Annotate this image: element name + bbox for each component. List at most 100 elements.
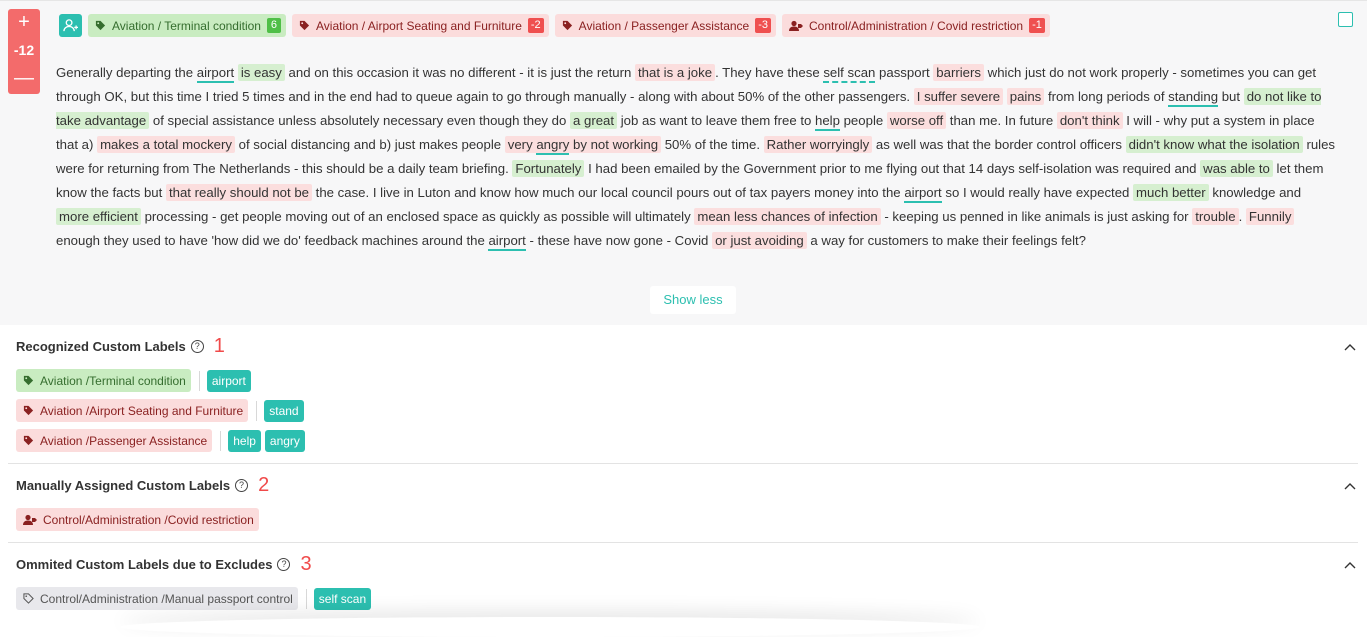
tag-outline-icon — [23, 593, 34, 604]
label-row: Aviation /Terminal condition airport — [16, 369, 255, 392]
review-tag-airport-seating[interactable]: Aviation / Airport Seating and Furniture… — [291, 14, 549, 37]
positive-phrase: was able to — [1200, 160, 1273, 177]
sentiment-score: -12 — [13, 42, 35, 58]
custom-label-tag[interactable]: Aviation /Terminal condition — [16, 369, 191, 392]
text-segment: of social distancing and b) just makes p… — [234, 137, 505, 152]
recognized-labels-header: Recognized Custom Labels ? 1 — [16, 335, 225, 358]
review-tag-count: -2 — [527, 18, 544, 33]
review-tag-terminal-condition[interactable]: Aviation / Terminal condition 6 — [88, 14, 286, 37]
keyword-chip[interactable]: self scan — [313, 587, 372, 610]
chevron-up-icon[interactable] — [1342, 339, 1358, 355]
chevron-up-icon[interactable] — [1342, 478, 1358, 494]
negative-phrase: Rather worryingly — [763, 136, 873, 153]
review-tag-covid-restriction[interactable]: Control/Administration / Covid restricti… — [782, 14, 1050, 37]
text-segment: than me. In future — [946, 113, 1057, 128]
negative-phrase: pains — [1006, 88, 1045, 105]
select-review-checkbox[interactable] — [1338, 12, 1353, 27]
negative-phrase: barriers — [933, 64, 984, 81]
text-segment: - these have now gone - Covid — [525, 233, 713, 248]
text-segment: as well was that the border control offi… — [872, 137, 1126, 152]
text-segment: I had been emailed by the Government pri… — [584, 161, 1201, 176]
text-segment: passport — [875, 65, 934, 80]
keyword-help: help — [815, 113, 840, 131]
review-tag-count: -3 — [755, 18, 771, 33]
review-tag-label: Aviation / Passenger Assistance — [578, 18, 750, 33]
negative-phrase: don't think — [1056, 112, 1123, 129]
text-segment: the case. I live in Luton and know how m… — [312, 185, 905, 200]
text-segment: of special assistance unless absolutely … — [149, 113, 570, 128]
negative-phrase: or just avoiding — [712, 232, 807, 249]
help-icon[interactable]: ? — [235, 479, 249, 492]
negative-phrase: that is a joke — [635, 64, 716, 81]
text-segment: . — [1238, 209, 1246, 224]
tag-icon — [95, 20, 106, 31]
keyword-standing: standing — [1168, 89, 1219, 107]
decrease-score-button[interactable]: — — [8, 65, 40, 91]
review-tag-passenger-assistance[interactable]: Aviation / Passenger Assistance -3 — [554, 14, 776, 37]
omitted-labels-header: Ommited Custom Labels due to Excludes ? … — [16, 553, 312, 576]
keyword-chip[interactable]: help — [228, 429, 261, 452]
text-segment: by not working — [569, 137, 659, 152]
positive-phrase: didn't know what the isolation — [1125, 136, 1303, 153]
keyword-self-scan: self scan — [823, 65, 876, 83]
custom-label-text: Aviation /Airport Seating and Furniture — [40, 403, 244, 418]
negative-phrase: that really should not be — [165, 184, 312, 201]
separator — [220, 430, 222, 451]
user-tag-icon — [789, 20, 803, 32]
custom-label-text: Aviation /Passenger Assistance — [40, 433, 208, 448]
increase-score-button[interactable]: + — [8, 9, 40, 35]
keyword-chip[interactable]: angry — [264, 429, 305, 452]
keyword-chip[interactable]: airport — [206, 369, 251, 392]
sentiment-score-box: + -12 — — [8, 9, 40, 94]
text-segment: and on this occasion it was no different… — [284, 65, 636, 80]
help-icon[interactable]: ? — [190, 340, 204, 353]
keyword-airport: airport — [488, 233, 526, 251]
text-segment: Generally departing the — [56, 65, 197, 80]
negative-phrase: I suffer severe — [913, 88, 1004, 105]
omitted-labels-section: Ommited Custom Labels due to Excludes ? … — [8, 543, 1358, 627]
text-segment: from long periods of — [1044, 89, 1169, 104]
custom-label-text: Control/Administration /Manual passport … — [40, 591, 293, 606]
custom-label-tag[interactable]: Aviation /Airport Seating and Furniture — [16, 399, 249, 422]
custom-label-text: Aviation /Terminal condition — [40, 373, 186, 388]
label-row: Control/Administration /Manual passport … — [16, 587, 375, 610]
review-tag-count: 6 — [266, 18, 281, 33]
tag-icon — [23, 375, 34, 386]
text-segment: job as want to leave them free to — [617, 113, 815, 128]
negative-phrase: Funnily — [1245, 208, 1295, 225]
text-segment: so I would really have expected — [941, 185, 1134, 200]
negative-phrase: mean less chances of infection — [694, 208, 881, 225]
assign-label-button[interactable] — [59, 14, 82, 37]
tag-icon — [23, 435, 34, 446]
text-segment: enough they used to have 'how did we do'… — [56, 233, 489, 248]
separator — [198, 370, 200, 391]
tag-icon — [562, 20, 573, 31]
label-row: Aviation /Passenger Assistance help angr… — [16, 429, 309, 452]
tag-icon — [23, 405, 34, 416]
custom-label-tag[interactable]: Aviation /Passenger Assistance — [16, 429, 213, 452]
keyword-chip[interactable]: stand — [264, 399, 304, 422]
text-segment: a way for customers to make their feelin… — [806, 233, 1087, 248]
negative-phrase: trouble — [1192, 208, 1239, 225]
keyword-angry: angry — [536, 137, 570, 155]
help-icon[interactable]: ? — [277, 558, 291, 571]
text-segment: 50% of the time. — [661, 137, 764, 152]
section-number: 2 — [258, 474, 270, 496]
custom-label-tag[interactable]: Control/Administration /Manual passport … — [16, 587, 298, 610]
separator — [256, 400, 258, 421]
keyword-airport: airport — [196, 65, 235, 83]
custom-label-tag[interactable]: Control/Administration /Covid restrictio… — [16, 508, 259, 531]
bottom-shadow — [120, 617, 980, 637]
recognized-labels-section: Recognized Custom Labels ? 1 Aviation /T… — [8, 325, 1358, 464]
review-tag-label: Control/Administration / Covid restricti… — [809, 18, 1024, 33]
text-segment: knowledge and — [1208, 185, 1302, 200]
review-text: Generally departing the airport is easy … — [56, 61, 1336, 253]
text-segment: but — [1218, 89, 1244, 104]
text-segment: very — [507, 137, 537, 152]
separator — [305, 588, 307, 609]
tag-icon — [299, 20, 310, 31]
custom-label-text: Control/Administration /Covid restrictio… — [43, 512, 254, 527]
chevron-up-icon[interactable] — [1342, 557, 1358, 573]
user-tag-icon — [23, 514, 37, 526]
show-less-button[interactable]: Show less — [650, 286, 736, 314]
